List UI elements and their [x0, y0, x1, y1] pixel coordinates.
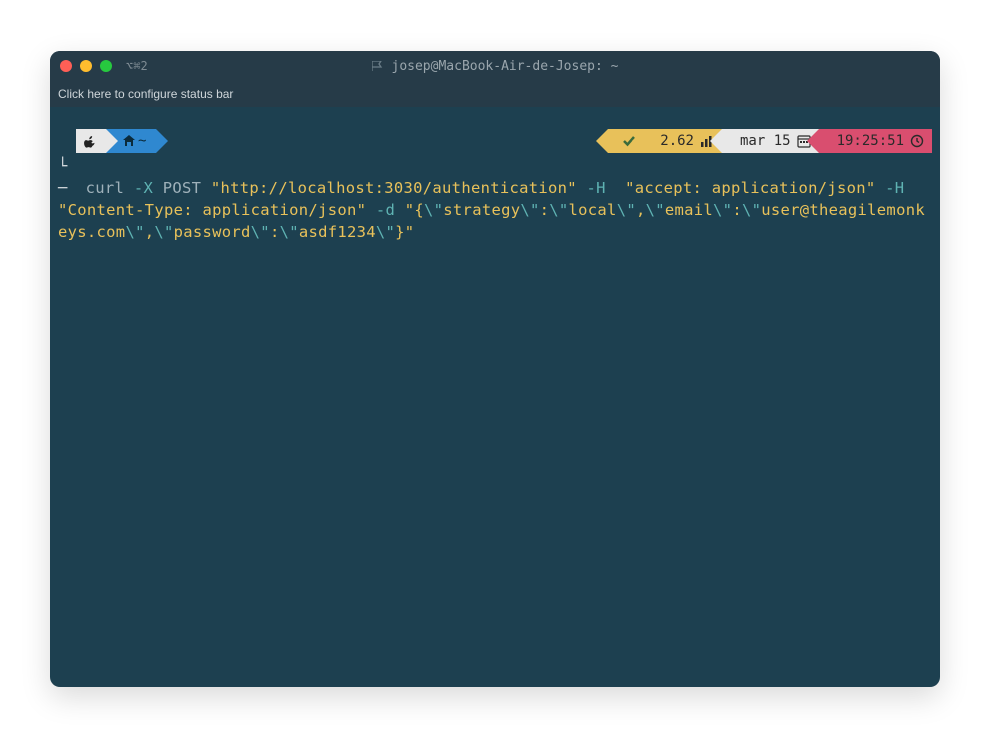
terminal-body[interactable]: ~ 2.62 [50, 107, 940, 687]
cmd-method: POST [163, 179, 202, 197]
prompt-seg-time: 19:25:51 [819, 129, 932, 153]
window-title: josep@MacBook-Air-de-Josep: ~ [50, 59, 940, 74]
load-avg: 2.62 [658, 130, 696, 152]
cmd-hdr1: "accept: application/json" [625, 179, 875, 197]
prompt-right: 2.62 mar 15 19:25:51 [608, 129, 932, 153]
minimize-icon[interactable] [80, 60, 92, 72]
prompt-path: ~ [136, 130, 148, 152]
prompt-seg-date: mar 15 [722, 129, 819, 153]
cmd-hdr2: "Content-Type: application/json" [58, 201, 366, 219]
cmd-bin: curl [86, 179, 125, 197]
cmd-url: "http://localhost:3030/authentication" [211, 179, 577, 197]
tab-shortcut-label: ⌥⌘2 [126, 59, 148, 73]
status-bar-config-hint[interactable]: Click here to configure status bar [50, 81, 940, 107]
clock-icon [910, 134, 924, 148]
command-line[interactable]: └─ curl -X POST "http://localhost:3030/a… [58, 155, 932, 243]
body-close: }" [395, 223, 414, 241]
flag-icon [372, 61, 386, 71]
home-icon [122, 134, 136, 148]
cmd-flag-x: -X [134, 179, 153, 197]
prompt-angle: └─ [58, 155, 76, 199]
date-label: mar 15 [738, 130, 793, 152]
prompt-seg-os [76, 129, 106, 153]
cmd-flag-h2: -H [885, 179, 904, 197]
apple-icon [84, 134, 98, 148]
prompt-left: ~ [76, 129, 156, 153]
close-icon[interactable] [60, 60, 72, 72]
cmd-flag-d: -d [376, 201, 395, 219]
cmd-flag-h1: -H [587, 179, 606, 197]
prompt-line: ~ 2.62 [58, 129, 932, 153]
zoom-icon[interactable] [100, 60, 112, 72]
window-controls [60, 60, 112, 72]
titlebar[interactable]: ⌥⌘2 josep@MacBook-Air-de-Josep: ~ [50, 51, 940, 81]
time-label: 19:25:51 [835, 130, 906, 152]
terminal-window: ⌥⌘2 josep@MacBook-Air-de-Josep: ~ Click … [50, 51, 940, 687]
body-open: "{ [405, 201, 424, 219]
